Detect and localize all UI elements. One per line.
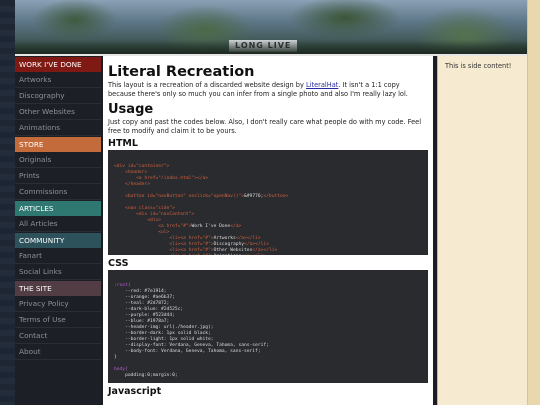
header-sign-text: LONG LIVE [229,40,298,52]
html-heading: HTML [108,138,138,149]
nav-section-store[interactable]: STORE [15,137,101,152]
side-content: This is side content! [437,56,527,405]
nav-section-work-i-ve-done[interactable]: WORK I'VE DONE [15,57,101,72]
javascript-heading: Javascript [108,386,162,397]
nav-section-the-site[interactable]: THE SITE [15,281,101,296]
nav-item-prints[interactable]: Prints [15,168,101,184]
right-border-strip [527,0,540,405]
css-heading: CSS [108,258,129,269]
nav-item-all-articles[interactable]: All Articles [15,216,101,232]
side-content-text: This is side content! [445,62,512,70]
nav-item-social-links[interactable]: Social Links [15,264,101,280]
nav-item-animations[interactable]: Animations [15,120,101,136]
left-border-strip [0,0,16,405]
usage-paragraph: Just copy and past the codes below. Also… [108,118,422,135]
sidebar-nav: WORK I'VE DONE Artworks Discography Other W… [15,56,101,405]
usage-heading: Usage [108,102,154,117]
html-code-block[interactable]: <div id="container"> <header> <a href="/… [108,150,428,255]
nav-item-discography[interactable]: Discography [15,88,101,104]
nav-section-articles[interactable]: ARTICLES [15,201,101,216]
nav-item-contact[interactable]: Contact [15,328,101,344]
nav-item-terms-of-use[interactable]: Terms of Use [15,312,101,328]
main-content: Literal Recreation This layout is a recr… [103,56,433,405]
nav-item-fanart[interactable]: Fanart [15,248,101,264]
nav-item-commissions[interactable]: Commissions [15,184,101,200]
intro-text-start: This layout is a recreation of a discard… [108,81,306,89]
nav-item-other-websites[interactable]: Other Websites [15,104,101,120]
page-title: Literal Recreation [108,64,255,80]
header-banner-image[interactable]: LONG LIVE [15,0,527,54]
nav-item-privacy-policy[interactable]: Privacy Policy [15,296,101,312]
css-code-block[interactable]: :root{ --red: #7e1914; --orange: #ae6b37… [108,270,428,383]
code-line: <li><a href="#">Animations</a></li> [114,254,422,255]
nav-section-community[interactable]: COMMUNITY [15,233,101,248]
intro-paragraph: This layout is a recreation of a discard… [108,81,428,98]
literalhat-link[interactable]: LiteralHat [306,81,338,89]
code-line: padding:0;margin:0; [114,373,178,378]
nav-item-about[interactable]: About [15,344,101,360]
nav-item-artworks[interactable]: Artworks [15,72,101,88]
nav-item-originals[interactable]: Originals [15,152,101,168]
